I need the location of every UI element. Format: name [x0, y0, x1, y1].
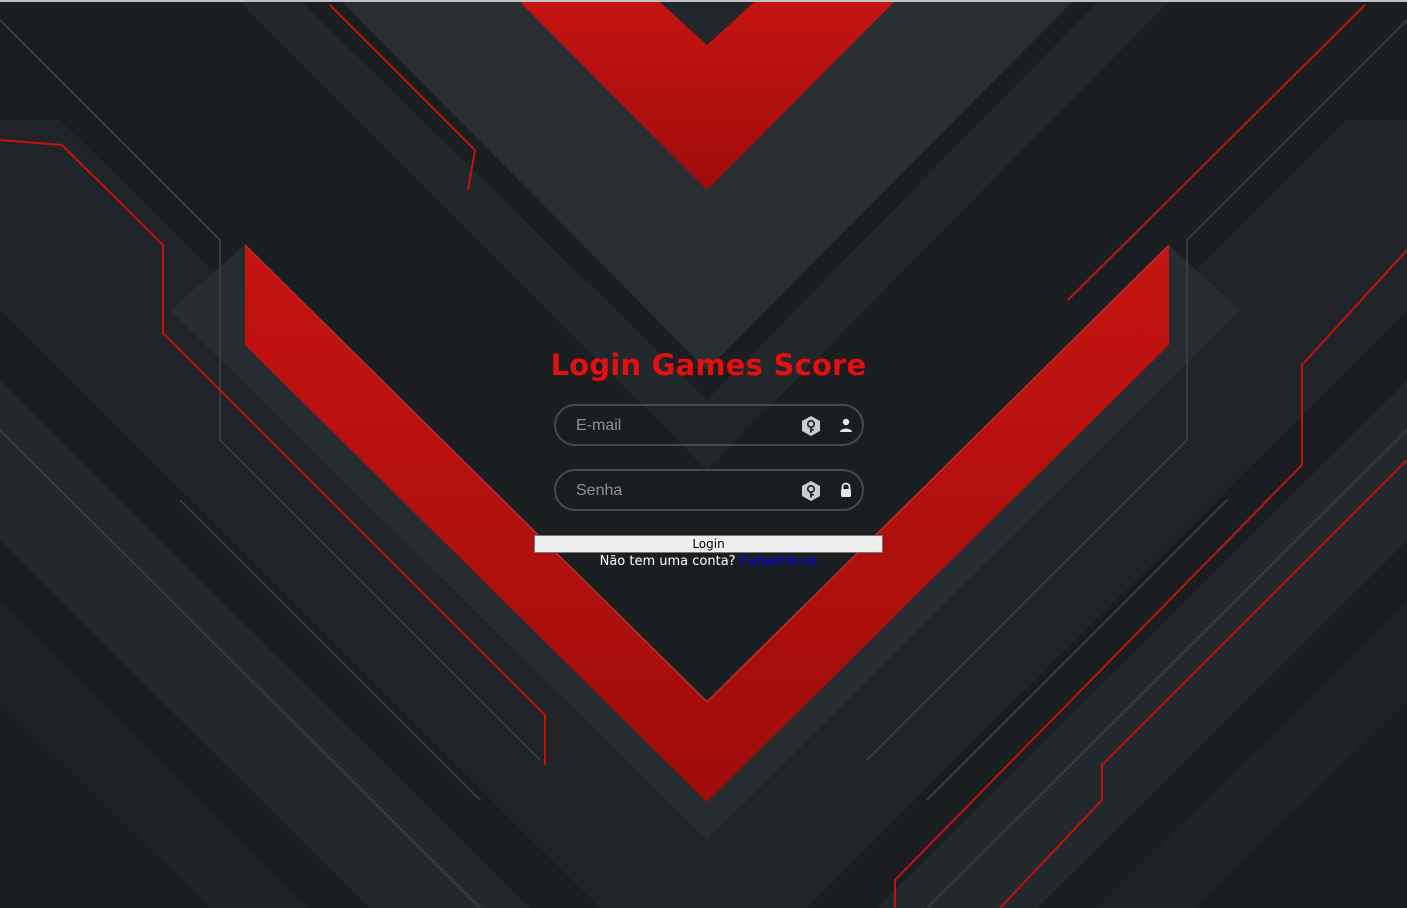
- signup-prompt-line: Não tem uma conta? Cadastre-se: [534, 553, 883, 571]
- email-field-container: [554, 404, 864, 446]
- top-border: [0, 0, 1407, 2]
- key-hexagon-icon[interactable]: [800, 415, 822, 437]
- signup-prompt-text: Não tem uma conta?: [599, 554, 736, 569]
- background-artwork: [0, 0, 1407, 908]
- page-title: Login Games Score: [550, 348, 867, 382]
- login-button[interactable]: Login: [534, 535, 883, 553]
- key-hexagon-icon[interactable]: [800, 480, 822, 502]
- login-form: Login Games Score Login Não tem uma cont…: [534, 340, 883, 569]
- lock-icon: [841, 482, 851, 497]
- email-input[interactable]: [574, 406, 778, 446]
- signup-link[interactable]: Cadastre-se: [740, 554, 818, 569]
- user-icon: [840, 418, 852, 432]
- password-field-container: [554, 469, 864, 511]
- password-input[interactable]: [574, 471, 778, 511]
